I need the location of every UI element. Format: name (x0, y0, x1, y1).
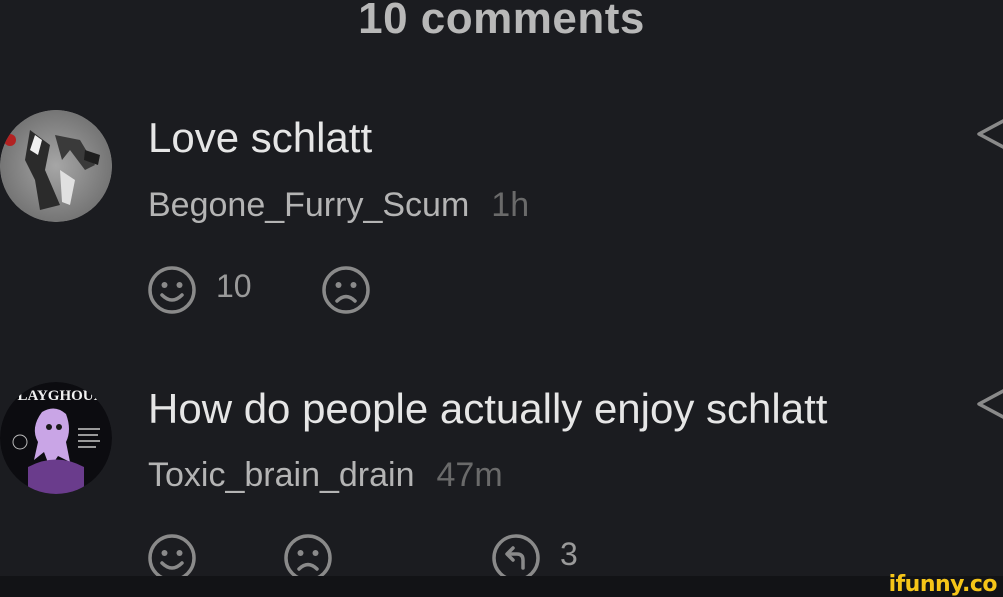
avatar-logo-text: PLAYGHOUL (8, 388, 103, 404)
comment-text: Love schlatt (148, 114, 373, 161)
frown-icon[interactable] (320, 264, 372, 316)
share-icon[interactable] (973, 114, 1003, 154)
ifunny-watermark: ifunny.co (888, 572, 998, 597)
smile-count: 10 (216, 268, 252, 304)
comment-time: 1h (491, 186, 530, 224)
bottom-bar (0, 576, 1003, 597)
comments-header: 10 comments (358, 0, 645, 43)
avatar[interactable]: PLAYGHOUL (0, 382, 112, 494)
comment-time: 47m (436, 456, 503, 494)
reply-count: 3 (560, 536, 578, 572)
comment-meta: Toxic_brain_drain 47m (148, 456, 503, 495)
comments-screen: 10 comments Love schlatt Begone_Furry_Sc… (0, 0, 1003, 597)
comment-username[interactable]: Toxic_brain_drain (148, 456, 415, 494)
comment-username[interactable]: Begone_Furry_Scum (148, 186, 469, 224)
share-icon[interactable] (973, 384, 1003, 424)
comment-meta: Begone_Furry_Scum 1h (148, 186, 529, 225)
avatar[interactable] (0, 110, 112, 222)
smile-icon[interactable] (146, 264, 198, 316)
comment-text: How do people actually enjoy schlatt (148, 385, 828, 432)
